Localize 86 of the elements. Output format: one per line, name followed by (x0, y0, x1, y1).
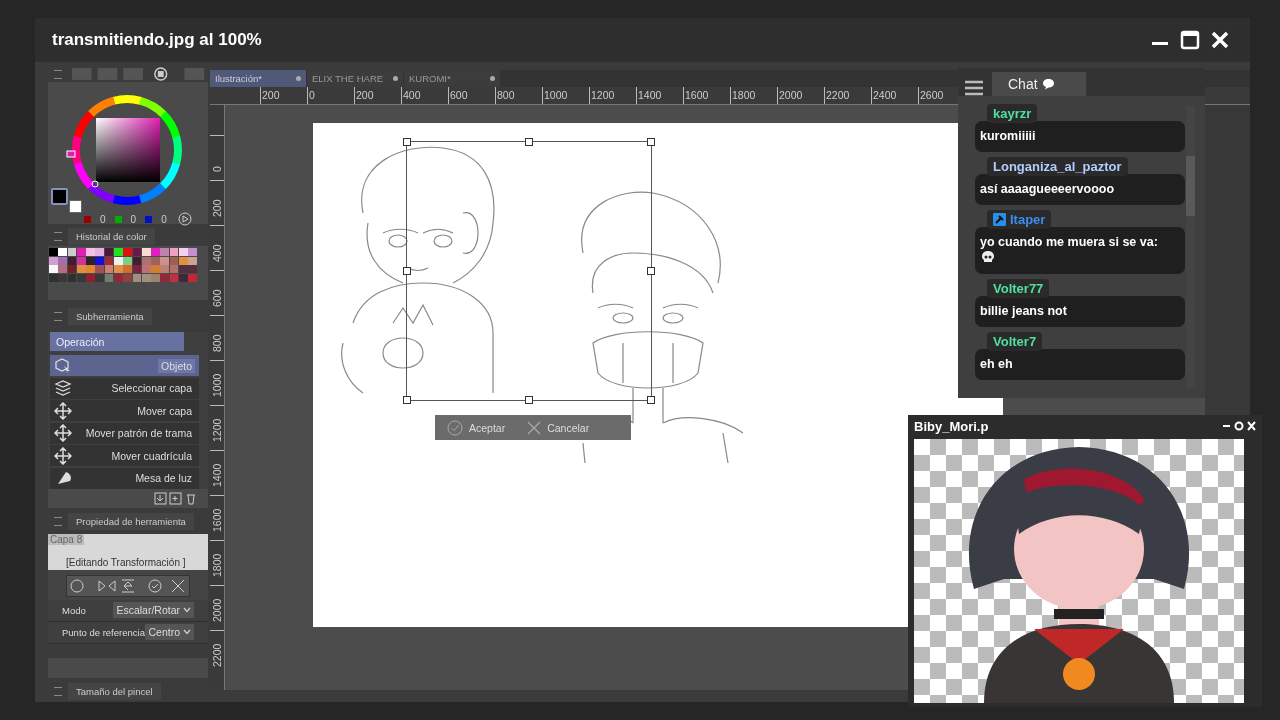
ruler-label: 1200 (211, 418, 224, 442)
check-circle-icon (447, 419, 463, 436)
speech-bubble-icon (1041, 78, 1055, 90)
channel-value: 0 (100, 213, 106, 225)
cancel-button[interactable]: Cancelar (527, 415, 590, 440)
badge-icon (993, 213, 1006, 226)
window-title: Biby_Mori.p (914, 418, 989, 434)
layer-name: Capa 8 (48, 533, 85, 545)
chat-message: así aaaagueeeervoooo (975, 174, 1185, 205)
background-color-swatch[interactable] (69, 200, 82, 213)
ruler-label: 800 (211, 334, 224, 352)
field-label: Modo (62, 604, 86, 616)
move-arrows-icon (54, 446, 72, 465)
ruler-label: 0 (307, 87, 354, 104)
chat-username: Volter7 (987, 332, 1043, 351)
subtool-item[interactable]: Mover capa (50, 400, 199, 421)
subtool-item[interactable]: Objeto (50, 355, 199, 376)
transform-frame[interactable] (406, 141, 652, 401)
ruler-label: 600 (448, 87, 495, 104)
ruler-label: 2200 (824, 87, 871, 104)
ruler-label: 1000 (542, 87, 589, 104)
ruler-label: 1600 (211, 508, 224, 532)
move-arrows-icon (54, 424, 72, 442)
subtool-item[interactable]: Mover patrón de trama (50, 422, 199, 444)
panel-tab[interactable]: Subherramienta (68, 307, 152, 325)
ruler-label: 600 (211, 289, 224, 307)
chat-message: billie jeans not (975, 296, 1185, 327)
ruler-label: 400 (211, 244, 224, 262)
panel-tab[interactable]: Tamaño del pincel (68, 683, 161, 700)
ruler-label: 1800 (730, 87, 777, 104)
document-tab[interactable]: ELIX THE HARE (307, 70, 403, 87)
dropdown[interactable]: Escalar/Rotar (113, 602, 194, 618)
ruler-label: 800 (495, 87, 542, 104)
play-icon[interactable] (177, 212, 192, 226)
chat-username: kayrzr (987, 104, 1038, 123)
ruler-label: 2000 (777, 87, 824, 104)
foreground-color-swatch[interactable] (51, 188, 68, 205)
caret-icon (183, 629, 191, 635)
chat-username: Itaper (987, 210, 1052, 229)
caret-icon (183, 607, 191, 613)
channel-value: 0 (161, 213, 167, 225)
transform-buttons-icon[interactable] (66, 574, 190, 597)
panel-tab[interactable]: Historial de color (68, 227, 155, 245)
ruler-label: 200 (211, 199, 224, 217)
ruler-label: 0 (211, 166, 224, 172)
ruler-label: 2400 (871, 87, 918, 104)
ruler-label: 400 (401, 87, 448, 104)
subtool-item[interactable]: Seleccionar capa (50, 377, 199, 399)
channel-value: 0 (130, 213, 137, 225)
chat-message: yo cuando me muera si se va: (975, 227, 1185, 274)
dropdown[interactable]: Centro (145, 624, 194, 640)
document-tab[interactable]: Ilustración* (210, 70, 306, 87)
panel-tab[interactable]: Propiedad de herramienta (68, 513, 194, 530)
subtool-actions-icon[interactable] (154, 491, 198, 505)
skull-icon (980, 249, 996, 265)
ruler-label: 2000 (211, 598, 224, 622)
field-label: Punto de referencia (62, 626, 145, 638)
chat-message: kuromiiiii (975, 121, 1185, 152)
window-controls-icon[interactable] (1222, 421, 1256, 431)
ruler-label: 1400 (636, 87, 683, 104)
ruler-label: 200 (354, 87, 401, 104)
ruler-label: 1000 (211, 373, 224, 397)
maximize-icon[interactable] (1180, 30, 1200, 50)
document-tab[interactable]: KUROMI* (404, 70, 500, 87)
chat-tab[interactable]: Chat (992, 72, 1086, 96)
ruler-label: 1600 (683, 87, 730, 104)
subtool-group-tab[interactable]: Operación (50, 332, 184, 351)
ruler-label: 1800 (211, 553, 224, 577)
menu-icon[interactable] (964, 80, 984, 96)
window-title: transmitiendo.jpg al 100% (52, 30, 262, 50)
ruler-label: 2200 (211, 643, 224, 667)
ruler-label: 1200 (589, 87, 636, 104)
scrollbar[interactable] (1186, 106, 1195, 388)
close-icon[interactable] (1210, 30, 1230, 50)
status-text: [Editando Transformación ] (66, 556, 186, 568)
subtool-item[interactable]: Mover cuadrícula (50, 445, 199, 466)
move-arrows-icon (54, 401, 72, 420)
close-icon (527, 420, 542, 435)
ruler-label: 1400 (211, 463, 224, 487)
layers-icon (54, 379, 72, 397)
chat-message: eh eh (975, 349, 1185, 380)
chat-username: Volter77 (987, 279, 1050, 298)
accept-button[interactable]: Aceptar (447, 415, 506, 440)
chat-username: Longaniza_al_paztor (987, 157, 1128, 176)
subtool-item[interactable]: Mesa de luz (50, 467, 199, 489)
ruler-label: 200 (260, 87, 307, 104)
